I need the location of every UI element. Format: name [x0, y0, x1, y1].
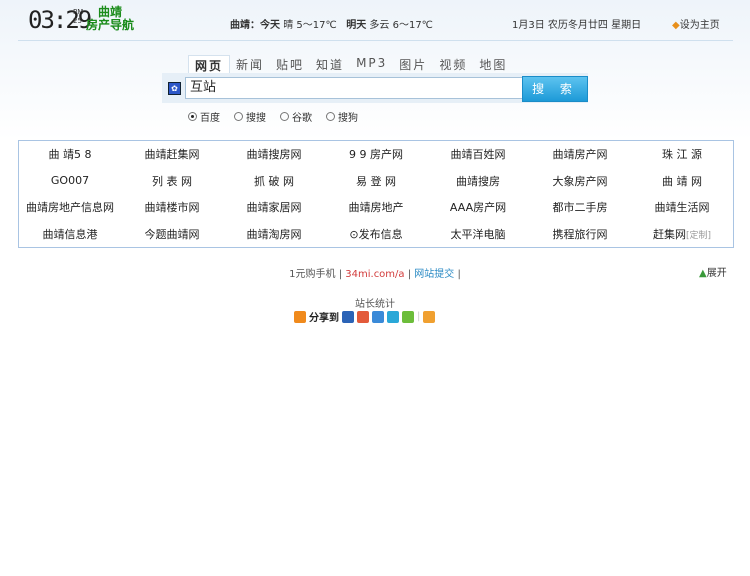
- customize-link[interactable]: [定制]: [686, 231, 711, 241]
- baidu-paw-icon: ✿: [168, 82, 181, 95]
- qzone-icon[interactable]: [372, 310, 384, 323]
- link-phone[interactable]: 1元购手机: [289, 269, 335, 280]
- engine-sogou[interactable]: 搜狗: [326, 109, 358, 124]
- site-link[interactable]: 赶集网[定制]: [631, 226, 733, 242]
- weather: 曲靖：今天 晴 5～17℃ 明天 多云 6～17℃: [230, 20, 433, 31]
- site-link[interactable]: 曲靖房地产信息网: [19, 199, 121, 215]
- site-link[interactable]: GO007: [19, 174, 121, 187]
- engine-google[interactable]: 谷歌: [280, 109, 312, 124]
- home-icon: ◆: [672, 20, 680, 31]
- engine-soso[interactable]: 搜搜: [234, 109, 266, 124]
- share-icon: [294, 310, 306, 323]
- tencent-weibo-icon[interactable]: [387, 310, 399, 323]
- kaixin-icon[interactable]: [402, 310, 414, 323]
- site-link[interactable]: 曲靖房地产: [325, 199, 427, 215]
- tab-news[interactable]: 新闻: [230, 55, 270, 75]
- more-share-icon[interactable]: [423, 310, 436, 323]
- site-link[interactable]: 曲靖信息港: [19, 226, 121, 242]
- user-icon: ▲: [699, 268, 707, 279]
- search-engines: 百度 搜搜 谷歌 搜狗: [188, 109, 358, 124]
- search-button[interactable]: 搜 索: [522, 76, 588, 102]
- site-link[interactable]: 曲靖生活网: [631, 199, 733, 215]
- site-link[interactable]: 9 9 房产网: [325, 146, 427, 162]
- header: 03:29 PM 25 曲靖 房产导航 曲靖：今天 晴 5～17℃ 明天 多云 6～…: [18, 0, 733, 41]
- site-link[interactable]: 曲靖搜房: [427, 173, 529, 189]
- date: 1月3日 农历冬月廿四 星期日: [512, 20, 642, 31]
- weibo-icon[interactable]: [357, 310, 369, 323]
- footer-links: 1元购手机 | 34mi.com/a | 网站提交 |: [289, 269, 461, 280]
- tab-web[interactable]: 网页: [188, 55, 231, 75]
- logo[interactable]: 曲靖 房产导航: [86, 6, 134, 32]
- search-tabs: 网页 新闻 贴吧 知道 MP3 图片 视频 地图: [188, 55, 513, 75]
- engine-baidu[interactable]: 百度: [188, 109, 220, 124]
- set-home-link[interactable]: ◆设为主页: [672, 16, 720, 31]
- site-link[interactable]: 太平洋电脑: [427, 226, 529, 242]
- site-link[interactable]: 今题曲靖网: [121, 226, 223, 242]
- site-link[interactable]: 抓 破 网: [223, 173, 325, 189]
- renren-icon[interactable]: [342, 310, 354, 323]
- site-links-grid: 曲 靖5 8 曲靖赶集网 曲靖搜房网 9 9 房产网 曲靖百姓网 曲靖房产网珠 江 源 GO…: [18, 140, 734, 248]
- site-link[interactable]: 珠 江 源: [631, 146, 733, 162]
- site-link[interactable]: 曲靖楼市网: [121, 199, 223, 215]
- site-link[interactable]: ⊙发布信息: [325, 226, 427, 242]
- expand-button[interactable]: ▲展开: [699, 264, 727, 279]
- site-link[interactable]: 列 表 网: [121, 173, 223, 189]
- tab-video[interactable]: 视频: [433, 55, 473, 75]
- site-link[interactable]: 曲靖家居网: [223, 199, 325, 215]
- site-link[interactable]: 曲靖百姓网: [427, 146, 529, 162]
- site-link[interactable]: 大象房产网: [529, 173, 631, 189]
- site-link[interactable]: 曲靖淘房网: [223, 226, 325, 242]
- site-stats-link[interactable]: 站长统计: [0, 295, 750, 310]
- search-box: ✿ 互站 搜 索: [162, 73, 588, 103]
- tab-map[interactable]: 地图: [473, 55, 513, 75]
- site-link[interactable]: 曲 靖 网: [631, 173, 733, 189]
- tab-mp3[interactable]: MP3: [350, 55, 393, 75]
- site-link[interactable]: AAA房产网: [427, 199, 529, 215]
- share-bar: 分享到 |: [294, 309, 436, 324]
- site-link[interactable]: 曲靖搜房网: [223, 146, 325, 162]
- share-label: 分享到: [309, 313, 339, 324]
- link-submit-site[interactable]: 网站提交: [414, 269, 454, 280]
- site-link[interactable]: 易 登 网: [325, 173, 427, 189]
- site-link[interactable]: 曲靖赶集网: [121, 146, 223, 162]
- tab-zhidao[interactable]: 知道: [310, 55, 350, 75]
- site-link[interactable]: 都市二手房: [529, 199, 631, 215]
- clock-ampm: PM 25: [73, 8, 84, 25]
- link-34mi[interactable]: 34mi.com/a: [345, 269, 404, 280]
- tab-images[interactable]: 图片: [393, 55, 433, 75]
- search-input[interactable]: 互站: [185, 77, 527, 99]
- site-link[interactable]: 曲靖房产网: [529, 146, 631, 162]
- site-link[interactable]: 曲 靖5 8: [19, 146, 121, 162]
- site-link[interactable]: 携程旅行网: [529, 226, 631, 242]
- tab-tieba[interactable]: 贴吧: [270, 55, 310, 75]
